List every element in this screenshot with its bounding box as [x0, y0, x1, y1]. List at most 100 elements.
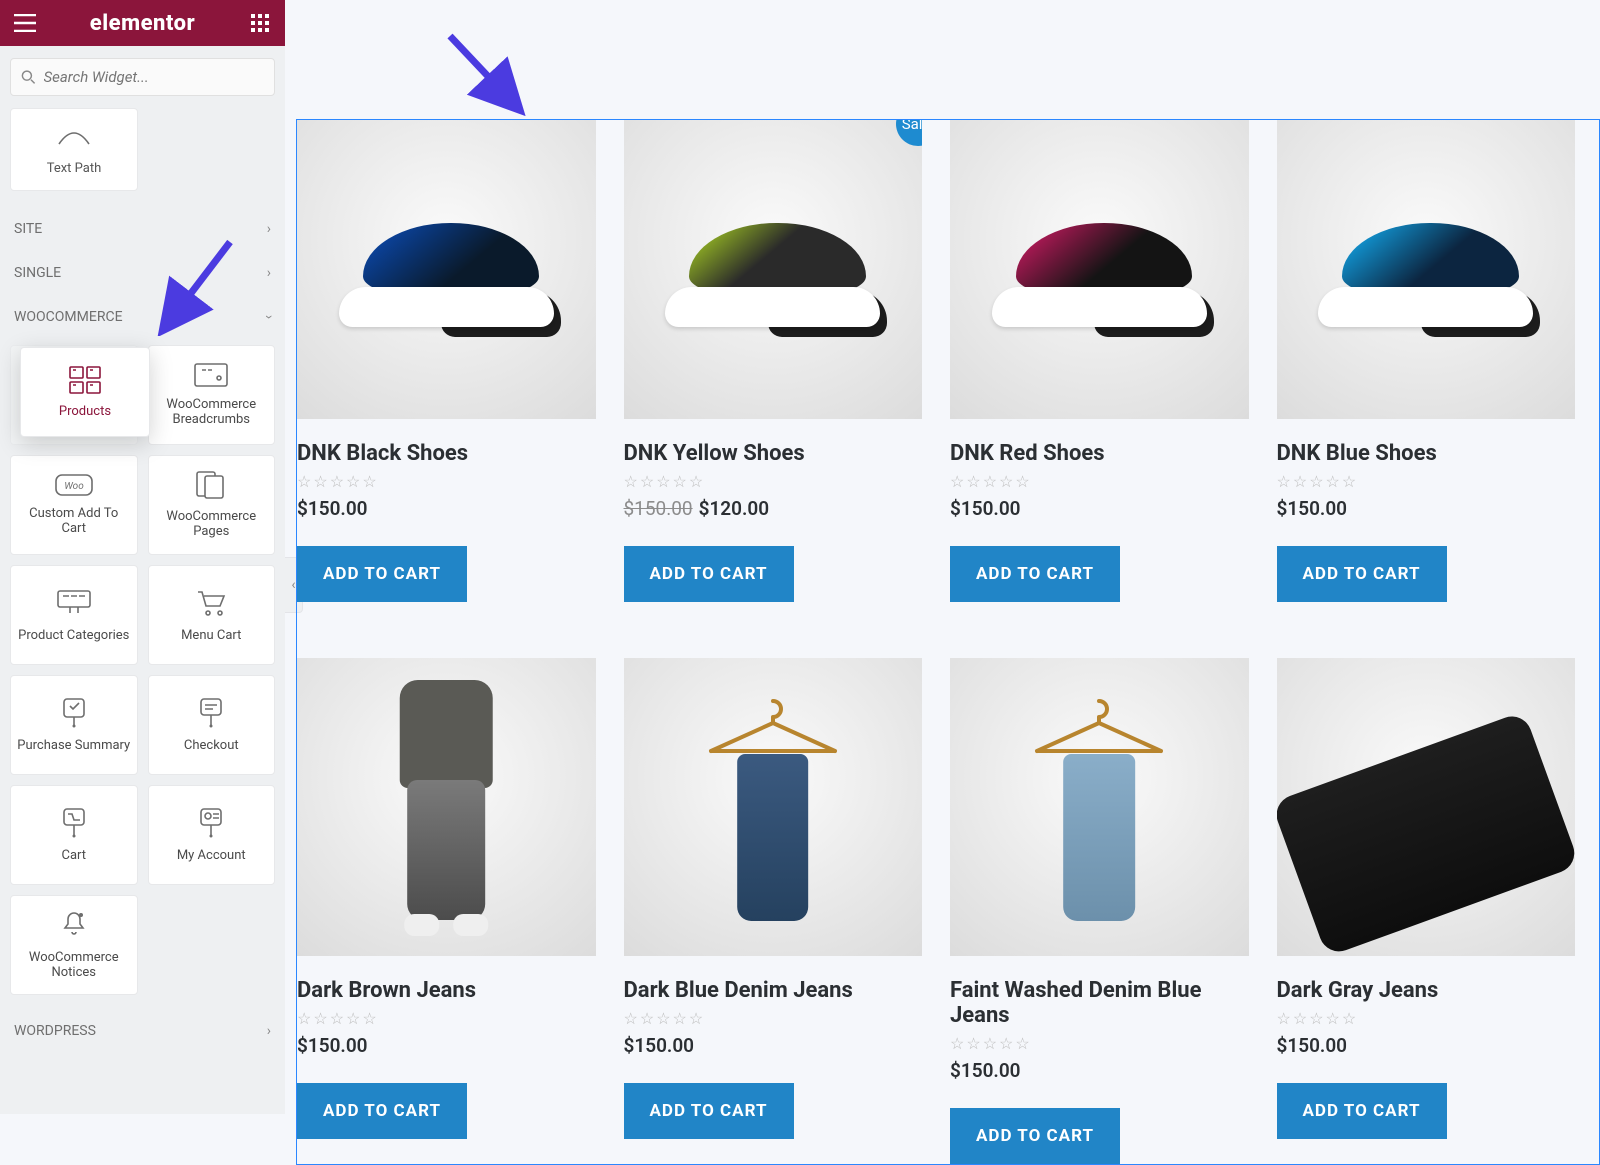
- product-price: $150.00: [1277, 497, 1576, 520]
- notices-icon: [61, 910, 87, 940]
- category-label: SINGLE: [14, 265, 61, 281]
- widget-custom-add-to-cart[interactable]: Woo Custom Add To Cart: [10, 455, 138, 555]
- product-price: $150.00: [1277, 1034, 1576, 1057]
- svg-text:Woo: Woo: [64, 481, 84, 492]
- product-rating: ☆☆☆☆☆: [297, 472, 596, 491]
- add-to-cart-button[interactable]: ADD TO CART: [624, 546, 794, 602]
- product-grid: DNK Black Shoes ☆☆☆☆☆ $150.00 ADD TO CART Sa…: [297, 120, 1575, 1164]
- product-rating: ☆☆☆☆☆: [624, 472, 923, 491]
- widget-purchase-summary[interactable]: Purchase Summary: [10, 675, 138, 775]
- widget-my-account[interactable]: My Account: [148, 785, 276, 885]
- widget-woocommerce-notices[interactable]: WooCommerce Notices: [10, 895, 138, 995]
- products-section[interactable]: DNK Black Shoes ☆☆☆☆☆ $150.00 ADD TO CART Sa…: [296, 119, 1600, 1165]
- category-label: WOOCOMMERCE: [14, 309, 123, 325]
- product-card: Faint Washed Denim Blue Jeans ☆☆☆☆☆ $150.0…: [950, 658, 1249, 1165]
- widget-woocommerce-breadcrumbs[interactable]: WooCommerce Breadcrumbs: [148, 345, 276, 445]
- product-rating: ☆☆☆☆☆: [1277, 1009, 1576, 1028]
- product-card: Dark Gray Jeans ☆☆☆☆☆ $150.00 ADD TO CART: [1277, 658, 1576, 1165]
- search-input[interactable]: [44, 68, 264, 86]
- search-wrap: [0, 46, 285, 108]
- product-image[interactable]: [1277, 658, 1576, 957]
- product-image[interactable]: [297, 120, 596, 419]
- product-image[interactable]: Sale!: [624, 120, 923, 419]
- checkout-icon: [197, 698, 225, 728]
- widget-list[interactable]: Text Path SITE › SINGLE › WOOCOMMERCE › …: [0, 108, 285, 1114]
- product-title[interactable]: DNK Blue Shoes: [1277, 441, 1576, 466]
- product-price: $150.00: [950, 497, 1249, 520]
- product-card: DNK Red Shoes ☆☆☆☆☆ $150.00 ADD TO CART: [950, 120, 1249, 602]
- account-icon: [197, 808, 225, 838]
- widget-grid-button[interactable]: [245, 8, 275, 38]
- add-to-cart-button[interactable]: ADD TO CART: [950, 546, 1120, 602]
- menu-button[interactable]: [10, 8, 40, 38]
- widget-cart[interactable]: Cart: [10, 785, 138, 885]
- search-box[interactable]: [10, 58, 275, 96]
- category-label: SITE: [14, 221, 42, 237]
- widget-woocommerce-pages[interactable]: WooCommerce Pages: [148, 455, 276, 555]
- sidebar-header: elementor: [0, 0, 285, 46]
- add-to-cart-button[interactable]: ADD TO CART: [297, 1083, 467, 1139]
- product-card: DNK Black Shoes ☆☆☆☆☆ $150.00 ADD TO CART: [297, 120, 596, 602]
- product-rating: ☆☆☆☆☆: [1277, 472, 1576, 491]
- product-rating: ☆☆☆☆☆: [950, 1034, 1249, 1053]
- product-title[interactable]: Faint Washed Denim Blue Jeans: [950, 978, 1249, 1028]
- widget-products-dragging[interactable]: Products: [20, 347, 150, 437]
- product-title[interactable]: Dark Gray Jeans: [1277, 978, 1576, 1003]
- product-price: $150.00: [624, 1034, 923, 1057]
- product-title[interactable]: DNK Black Shoes: [297, 441, 596, 466]
- woocommerce-widgets: Products WooCommerce Breadcrumbs Woo Custom…: [10, 345, 275, 995]
- widget-label: My Account: [177, 848, 246, 863]
- add-to-cart-button[interactable]: ADD TO CART: [297, 546, 467, 602]
- cart-icon: [196, 588, 226, 618]
- grid-icon: [251, 14, 269, 32]
- products-icon: [69, 366, 101, 394]
- widget-label: Purchase Summary: [17, 738, 130, 753]
- widget-menu-cart[interactable]: Menu Cart: [148, 565, 276, 665]
- widget-label: Checkout: [184, 738, 239, 753]
- widget-label: Custom Add To Cart: [17, 506, 131, 536]
- product-rating: ☆☆☆☆☆: [624, 1009, 923, 1028]
- product-image[interactable]: [624, 658, 923, 957]
- add-to-cart-button[interactable]: ADD TO CART: [950, 1108, 1120, 1164]
- product-rating: ☆☆☆☆☆: [950, 472, 1249, 491]
- sidebar: elementor Text Path SITE › SINGLE: [0, 0, 285, 1114]
- editor-canvas[interactable]: DNK Black Shoes ☆☆☆☆☆ $150.00 ADD TO CART Sa…: [285, 0, 1600, 1114]
- add-to-cart-button[interactable]: ADD TO CART: [624, 1083, 794, 1139]
- product-rating: ☆☆☆☆☆: [297, 1009, 596, 1028]
- widget-label: Products: [59, 404, 111, 419]
- product-image[interactable]: [297, 658, 596, 957]
- search-icon: [21, 69, 36, 85]
- product-image[interactable]: [950, 120, 1249, 419]
- widget-text-path[interactable]: Text Path: [10, 108, 138, 191]
- widget-product-categories[interactable]: Product Categories: [10, 565, 138, 665]
- widget-label: WooCommerce Breadcrumbs: [155, 397, 269, 427]
- chevron-right-icon: ›: [267, 265, 271, 281]
- product-title[interactable]: DNK Red Shoes: [950, 441, 1249, 466]
- category-wordpress[interactable]: WORDPRESS ›: [10, 1009, 275, 1053]
- annotation-arrow: [440, 30, 530, 120]
- chevron-right-icon: ›: [267, 1023, 271, 1039]
- breadcrumbs-icon: [194, 363, 228, 387]
- product-image[interactable]: [1277, 120, 1576, 419]
- product-price: $150.00: [950, 1059, 1249, 1082]
- add-to-cart-button[interactable]: ADD TO CART: [1277, 1083, 1447, 1139]
- product-price: $150.00: [297, 497, 596, 520]
- product-price: $150.00: [297, 1034, 596, 1057]
- widget-label: Product Categories: [18, 628, 129, 643]
- widget-checkout[interactable]: Checkout: [148, 675, 276, 775]
- chevron-down-icon: ›: [261, 315, 277, 319]
- product-image[interactable]: [950, 658, 1249, 957]
- category-label: WORDPRESS: [14, 1023, 96, 1039]
- product-title[interactable]: Dark Brown Jeans: [297, 978, 596, 1003]
- woo-badge-icon: Woo: [55, 474, 93, 496]
- product-title[interactable]: Dark Blue Denim Jeans: [624, 978, 923, 1003]
- summary-icon: [60, 698, 88, 728]
- product-card: Dark Blue Denim Jeans ☆☆☆☆☆ $150.00 ADD TO …: [624, 658, 923, 1165]
- product-card: Dark Brown Jeans ☆☆☆☆☆ $150.00 ADD TO CART: [297, 658, 596, 1165]
- hamburger-icon: [14, 14, 36, 32]
- text-path-icon: [57, 123, 91, 153]
- cart-panel-icon: [60, 808, 88, 838]
- app-logo: elementor: [40, 11, 245, 36]
- product-title[interactable]: DNK Yellow Shoes: [624, 441, 923, 466]
- add-to-cart-button[interactable]: ADD TO CART: [1277, 546, 1447, 602]
